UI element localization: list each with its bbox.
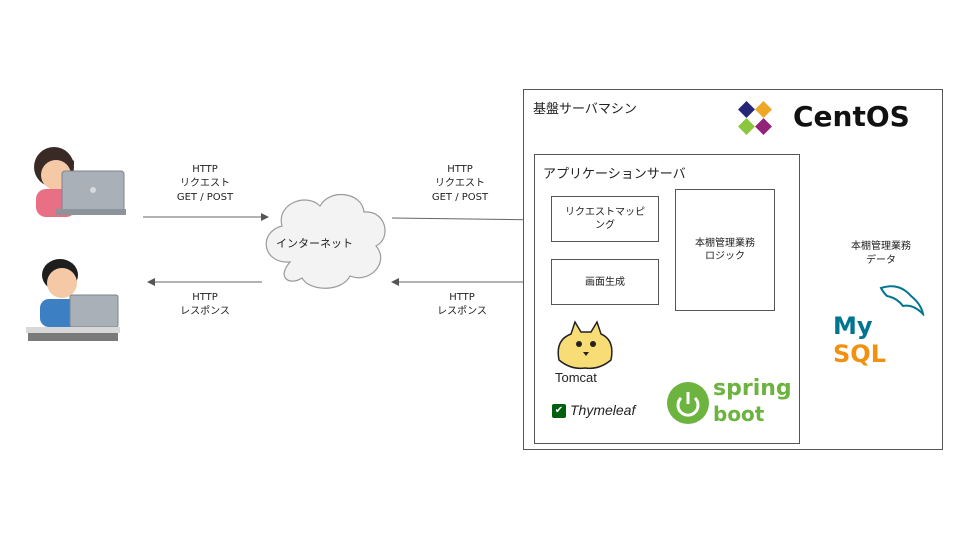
request-label-left: HTTP リクエスト GET / POST	[176, 164, 234, 203]
boot-wordmark: boot	[713, 402, 765, 426]
tomcat-cat-icon	[557, 320, 613, 370]
power-symbol-icon	[676, 392, 700, 417]
tomcat-wordmark: Tomcat	[555, 370, 597, 385]
mysql-logo: My SQL	[833, 282, 933, 368]
mysql-wordmark: My SQL	[833, 312, 933, 368]
screen-generation-label: 画面生成	[585, 276, 625, 288]
business-logic-label: 本棚管理業務 ロジック	[695, 238, 755, 262]
business-logic-box: 本棚管理業務 ロジック	[675, 189, 775, 311]
database-label: 本棚管理業務 データ	[851, 241, 911, 266]
mysql-wordmark-sql: SQL	[833, 340, 886, 368]
tomcat-logo: Tomcat	[549, 320, 619, 386]
spring-wordmark: spring	[713, 376, 792, 401]
request-label-right: HTTP リクエスト GET / POST	[431, 164, 489, 203]
thymeleaf-logo: ✔ Thymeleaf	[552, 402, 652, 422]
user-woman-laptop-icon	[22, 145, 130, 221]
centos-wordmark: CentOS	[793, 100, 910, 133]
mysql-dolphin-icon	[879, 285, 925, 316]
spring-boot-logo: spring boot	[667, 376, 792, 432]
request-mapping-label: リクエストマッピング	[565, 207, 645, 231]
request-mapping-box: リクエストマッピング	[551, 196, 659, 242]
response-label-left: HTTP レスポンス	[180, 292, 230, 317]
base-server-title: 基盤サーバマシン	[533, 102, 637, 117]
screen-generation-box: 画面生成	[551, 259, 659, 305]
centos-logo: CentOS	[733, 96, 933, 140]
app-server-title: アプリケーションサーバ	[543, 167, 686, 182]
internet-label: インターネット	[276, 237, 353, 250]
centos-emblem-icon	[738, 101, 772, 135]
mysql-wordmark-text: My	[833, 312, 873, 340]
thymeleaf-leaf-icon: ✔	[552, 404, 566, 418]
user-man-laptop-icon	[26, 255, 122, 341]
response-label-right: HTTP レスポンス	[437, 292, 487, 317]
thymeleaf-wordmark: Thymeleaf	[570, 402, 636, 418]
